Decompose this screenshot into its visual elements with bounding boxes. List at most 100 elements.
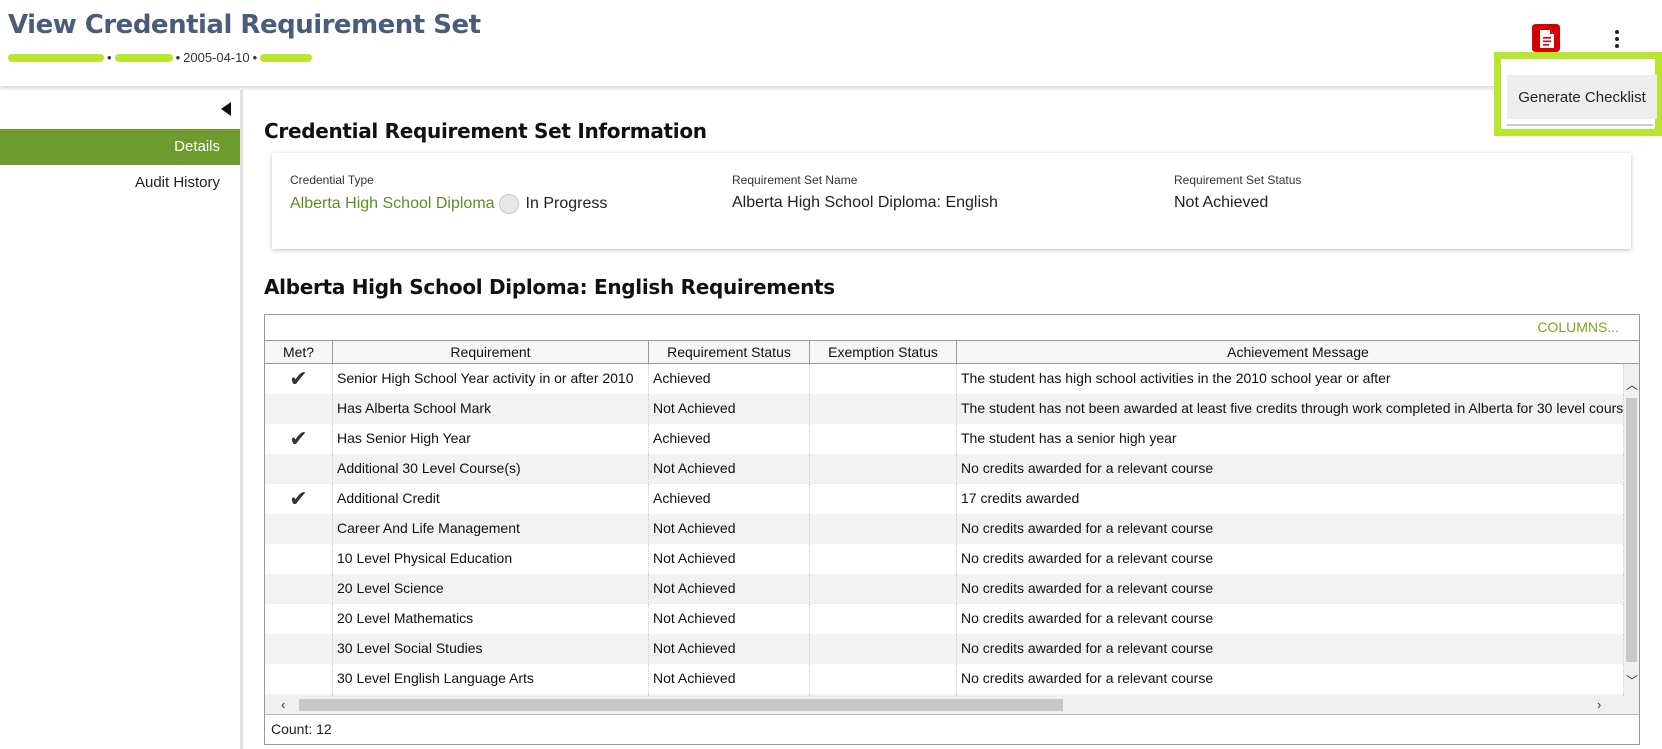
cell-requirement: 30 Level English Language Arts <box>333 664 649 694</box>
status-circle-icon <box>498 194 519 214</box>
table-row[interactable]: 30 Level English Language Arts Not Achiev… <box>265 664 1624 694</box>
table-row[interactable]: ✔ Additional Credit Achieved 17 credits awa… <box>265 484 1624 514</box>
checkmark-icon: ✔ <box>289 366 308 391</box>
cell-requirement-status: Not Achieved <box>649 604 810 634</box>
scroll-up-icon[interactable]: ︿ <box>1626 376 1638 393</box>
cell-exemption-status <box>810 544 957 574</box>
cell-requirement-status: Not Achieved <box>649 454 810 484</box>
cell-exemption-status <box>810 574 957 604</box>
sidebar-item-audit-history[interactable]: Audit History <box>0 165 240 201</box>
cell-requirement-status-text: Not Achieved <box>653 640 736 656</box>
checkmark-icon: ✔ <box>289 486 308 511</box>
column-header-met[interactable]: Met? <box>265 341 333 363</box>
birth-date: 2005-04-10 <box>183 50 250 65</box>
cell-exemption-status <box>810 484 957 514</box>
vertical-scrollbar[interactable]: ︿ ﹀ <box>1624 364 1639 696</box>
grid-body: ✔ Senior High School Year activity in or … <box>265 364 1624 696</box>
requirement-set-status-field: Requirement Set Status Not Achieved <box>1174 173 1301 212</box>
horizontal-scroll-thumb[interactable] <box>299 699 1063 711</box>
column-header-requirement-status[interactable]: Requirement Status <box>649 341 810 363</box>
cell-achievement-message-text: No credits awarded for a relevant course <box>961 640 1214 656</box>
cell-requirement-text: 30 Level Social Studies <box>337 640 483 656</box>
cell-met <box>265 664 333 694</box>
cell-requirement: Has Alberta School Mark <box>333 394 649 424</box>
kebab-menu-icon[interactable] <box>1608 28 1626 52</box>
cell-requirement: 10 Level Physical Education <box>333 544 649 574</box>
cell-achievement-message: No credits awarded for a relevant course <box>957 544 1624 574</box>
requirement-set-name-label: Requirement Set Name <box>732 173 858 187</box>
cell-achievement-message-text: The student has not been awarded at leas… <box>961 400 1624 416</box>
info-card: Credential Type Alberta High School Dipl… <box>272 153 1631 249</box>
scroll-right-icon[interactable]: › <box>1597 697 1601 712</box>
cell-exemption-status <box>810 364 957 394</box>
cell-achievement-message: No credits awarded for a relevant course <box>957 574 1624 604</box>
cell-requirement-status: Not Achieved <box>649 574 810 604</box>
table-row[interactable]: ✔ Senior High School Year activity in or … <box>265 364 1624 394</box>
cell-requirement-status-text: Not Achieved <box>653 460 736 476</box>
cell-requirement-text: 20 Level Mathematics <box>337 610 474 626</box>
cell-achievement-message-text: No credits awarded for a relevant course <box>961 520 1214 536</box>
cell-requirement: Career And Life Management <box>333 514 649 544</box>
cell-achievement-message-text: The student has a senior high year <box>961 430 1177 446</box>
table-row[interactable]: Has Alberta School Mark Not Achieved The s… <box>265 394 1624 424</box>
separator: • <box>107 50 112 65</box>
cell-achievement-message-text: The student has high school activities i… <box>961 370 1391 386</box>
info-section-heading: Credential Requirement Set Information <box>264 119 707 143</box>
cell-requirement: 20 Level Mathematics <box>333 604 649 634</box>
cell-requirement: Additional 30 Level Course(s) <box>333 454 649 484</box>
cell-achievement-message-text: No credits awarded for a relevant course <box>961 610 1214 626</box>
cell-requirement-text: 30 Level English Language Arts <box>337 670 534 686</box>
page-header: View Credential Requirement Set • • 2005-0… <box>0 0 1662 86</box>
cell-met <box>265 394 333 424</box>
pdf-checklist-icon[interactable] <box>1528 22 1564 54</box>
cell-requirement-text: Additional 30 Level Course(s) <box>337 460 521 476</box>
table-row[interactable]: 20 Level Mathematics Not Achieved No credi… <box>265 604 1624 634</box>
cell-met <box>265 454 333 484</box>
redacted-student-name <box>114 53 173 62</box>
table-row[interactable]: Additional 30 Level Course(s) Not Achieve… <box>265 454 1624 484</box>
column-header-requirement[interactable]: Requirement <box>333 341 649 363</box>
cell-achievement-message: The student has a senior high year <box>957 424 1624 454</box>
scroll-down-icon[interactable]: ﹀ <box>1626 672 1638 689</box>
cell-requirement-status-text: Not Achieved <box>653 610 736 626</box>
cell-exemption-status <box>810 634 957 664</box>
cell-requirement-status-text: Not Achieved <box>653 550 736 566</box>
table-row[interactable]: 30 Level Social Studies Not Achieved No cr… <box>265 634 1624 664</box>
columns-link[interactable]: COLUMNS... <box>1537 319 1619 335</box>
horizontal-scrollbar[interactable]: ‹ › <box>265 696 1639 714</box>
credential-type-link[interactable]: Alberta High School Diploma <box>290 195 495 213</box>
cell-requirement-status-text: Not Achieved <box>653 400 736 416</box>
requirement-set-status-value: Not Achieved <box>1174 194 1269 211</box>
page-title: View Credential Requirement Set <box>8 10 481 40</box>
cell-requirement-status-text: Not Achieved <box>653 670 736 686</box>
cell-requirement-text: Career And Life Management <box>337 520 520 536</box>
cell-requirement-status: Not Achieved <box>649 394 810 424</box>
sidebar: Details Audit History <box>0 90 243 749</box>
cell-requirement-text: Senior High School Year activity in or a… <box>337 370 634 386</box>
cell-requirement-status: Achieved <box>649 424 810 454</box>
vertical-scroll-thumb[interactable] <box>1626 398 1637 662</box>
grid-header: Met? Requirement Requirement Status Exem… <box>265 340 1639 364</box>
redacted-student-id <box>8 53 104 62</box>
cell-exemption-status <box>810 424 957 454</box>
cell-requirement-status: Not Achieved <box>649 634 810 664</box>
column-header-achievement-message[interactable]: Achievement Message <box>957 341 1639 363</box>
grid-footer-count: Count: 12 <box>265 714 1639 744</box>
table-row[interactable]: 20 Level Science Not Achieved No credits a… <box>265 574 1624 604</box>
cell-achievement-message: No credits awarded for a relevant course <box>957 604 1624 634</box>
sidebar-item-details[interactable]: Details <box>0 129 240 165</box>
table-row[interactable]: ✔ Has Senior High Year Achieved The student… <box>265 424 1624 454</box>
requirement-set-name-value: Alberta High School Diploma: English <box>732 194 998 211</box>
column-header-exemption-status[interactable]: Exemption Status <box>810 341 957 363</box>
collapse-left-icon[interactable] <box>221 102 231 116</box>
table-row[interactable]: 10 Level Physical Education Not Achieved N… <box>265 544 1624 574</box>
scroll-left-icon[interactable]: ‹ <box>281 697 285 712</box>
cell-exemption-status <box>810 514 957 544</box>
requirement-set-status-label: Requirement Set Status <box>1174 173 1302 187</box>
table-row[interactable]: Career And Life Management Not Achieved No… <box>265 514 1624 544</box>
cell-achievement-message: No credits awarded for a relevant course <box>957 664 1624 694</box>
generate-checklist-menu-item[interactable]: Generate Checklist <box>1507 75 1657 119</box>
cell-requirement-status-text: Not Achieved <box>653 520 736 536</box>
cell-requirement: Additional Credit <box>333 484 649 514</box>
cell-requirement: 30 Level Social Studies <box>333 634 649 664</box>
